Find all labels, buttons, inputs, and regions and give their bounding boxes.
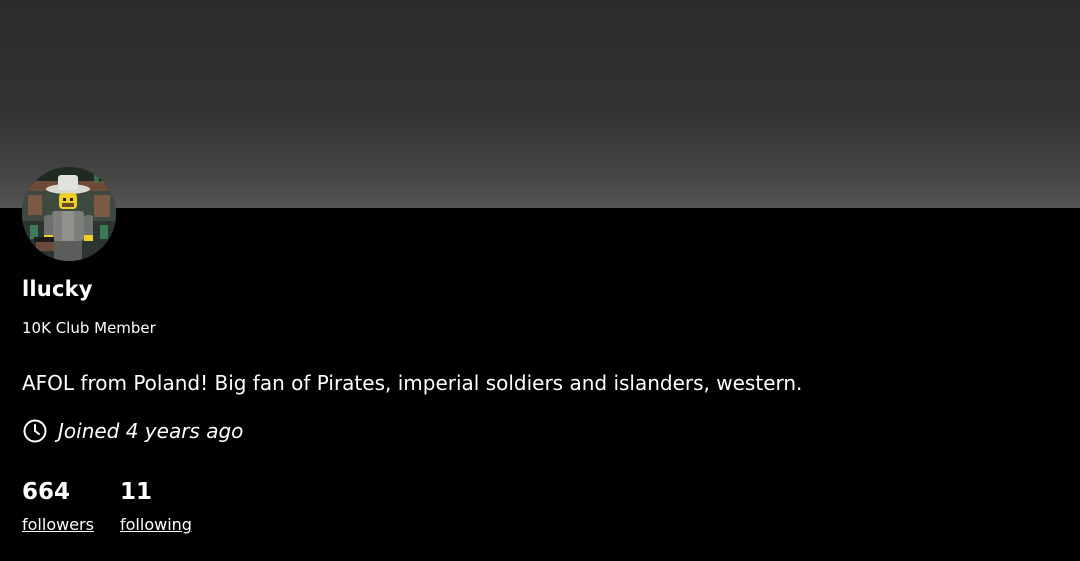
avatar[interactable] <box>22 167 116 261</box>
joined-info: Joined 4 years ago <box>22 418 243 444</box>
followers-link[interactable]: followers <box>22 515 94 534</box>
followers-stat: 664 followers <box>22 477 94 534</box>
profile-bio: AFOL from Poland! Big fan of Pirates, im… <box>22 371 803 395</box>
following-stat: 11 following <box>120 477 192 534</box>
joined-text: Joined 4 years ago <box>58 419 244 443</box>
followers-count: 664 <box>22 479 71 505</box>
cover-banner <box>0 0 1080 208</box>
clock-icon <box>22 418 48 444</box>
minifigure-avatar-icon <box>22 167 116 261</box>
username: llucky <box>22 277 93 301</box>
following-count: 11 <box>120 479 153 505</box>
following-link[interactable]: following <box>120 515 192 534</box>
member-badge: 10K Club Member <box>22 319 156 337</box>
